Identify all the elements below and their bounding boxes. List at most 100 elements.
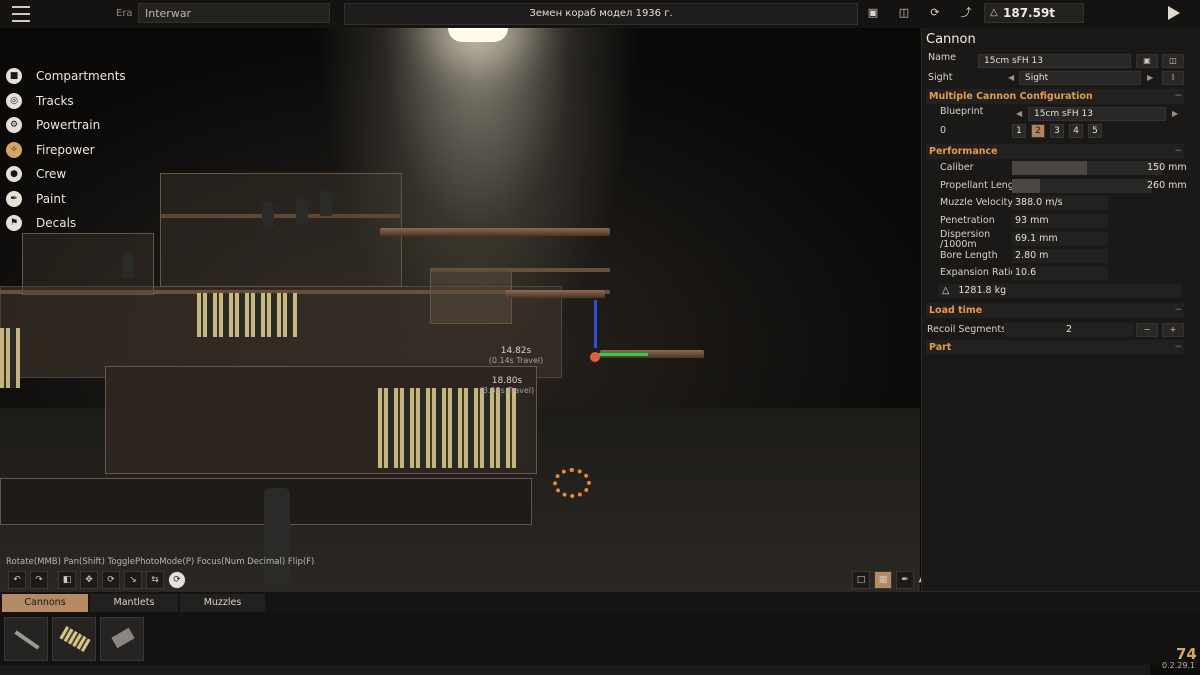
stat-label: Muzzle Velocity <box>940 197 1013 208</box>
blueprint-select[interactable]: 15cm sFH 13 <box>1028 107 1166 121</box>
section-part[interactable]: Part − <box>926 340 1184 355</box>
snap-icon[interactable]: ⟳ <box>168 571 186 589</box>
paint-icon[interactable]: ⤴ <box>959 6 973 20</box>
gear-icon[interactable] <box>553 468 591 498</box>
plus-button[interactable]: + <box>1162 323 1184 337</box>
view-toolbar: □ ▦ ✒ ▲ <box>852 571 926 589</box>
mirror-icon[interactable]: ⇆ <box>146 571 164 589</box>
refresh-icon[interactable]: ⟳ <box>928 6 942 20</box>
part-cannon-icon[interactable] <box>4 617 48 661</box>
count-button-1[interactable]: 1 <box>1012 124 1026 138</box>
collapse-icon[interactable]: − <box>1174 303 1182 317</box>
weight-display: △ 187.59t <box>984 3 1084 23</box>
folder-icon[interactable]: ◫ <box>897 6 911 20</box>
nav-item-paint[interactable]: ✒ Paint <box>6 187 126 212</box>
nav-item-firepower[interactable]: ✧ Firepower <box>6 138 126 163</box>
version-label: 0.2.29.1 <box>1162 661 1196 670</box>
name-input[interactable]: 15cm sFH 13 <box>978 54 1131 68</box>
rotate-icon[interactable]: ⟳ <box>102 571 120 589</box>
nav-item-compartments[interactable]: ■ Compartments <box>6 64 126 89</box>
menu-icon[interactable] <box>12 6 30 22</box>
nav-label: Crew <box>36 167 67 182</box>
part-block-icon[interactable] <box>100 617 144 661</box>
sight-edit-button[interactable]: I <box>1162 71 1184 85</box>
recoil-label: Recoil Segments <box>927 324 1007 335</box>
select-icon[interactable]: ◧ <box>58 571 76 589</box>
gear-icon: ⚙ <box>6 117 22 134</box>
undo-icon[interactable]: ↶ <box>8 571 26 589</box>
play-icon[interactable] <box>1168 6 1180 20</box>
count-button-5[interactable]: 5 <box>1088 124 1102 138</box>
mass-value: 1281.8 kg <box>958 285 1007 296</box>
propellant-row: Propellant Length 260 mm <box>922 178 1200 194</box>
part-ammo-icon[interactable] <box>52 617 96 661</box>
section-title: Multiple Cannon Configuration <box>929 91 1093 102</box>
nav-item-decals[interactable]: ⚑ Decals <box>6 211 126 236</box>
vehicle-name-field[interactable]: Земен кораб модел 1936 г. <box>344 3 858 25</box>
count-button-2[interactable]: 2 <box>1031 124 1045 138</box>
stat-value: 2.80 m <box>1012 249 1108 263</box>
status-bar <box>0 665 1150 675</box>
count-button-3[interactable]: 3 <box>1050 124 1064 138</box>
count-button-4[interactable]: 4 <box>1069 124 1083 138</box>
era-field[interactable]: Interwar <box>138 3 330 23</box>
crew-figure <box>262 202 274 228</box>
collapse-icon[interactable]: − <box>1174 144 1182 158</box>
redo-icon[interactable]: ↷ <box>30 571 48 589</box>
minus-button[interactable]: − <box>1136 323 1158 337</box>
name-label: Name <box>928 52 957 63</box>
3d-viewport[interactable]: 14.82s (0.14s Travel) 18.80s (3.58s Trav… <box>0 28 920 591</box>
tab-muzzles[interactable]: Muzzles <box>180 594 265 612</box>
section-title: Load time <box>929 305 983 316</box>
recoil-value[interactable]: 2 <box>1004 323 1134 337</box>
folder-icon[interactable]: ◫ <box>1162 54 1184 68</box>
move-icon[interactable]: ✥ <box>80 571 98 589</box>
section-performance[interactable]: Performance − <box>926 144 1184 159</box>
slider-fill <box>1012 161 1087 175</box>
tab-cannons[interactable]: Cannons <box>2 594 88 612</box>
section-multiple-cannon[interactable]: Multiple Cannon Configuration − <box>926 89 1184 104</box>
nav-item-tracks[interactable]: ◎ Tracks <box>6 89 126 114</box>
crew-figure <box>320 190 332 216</box>
gizmo-z-axis[interactable] <box>590 352 600 362</box>
xray-icon[interactable]: ▦ <box>874 571 892 589</box>
caliber-label: Caliber <box>940 162 974 173</box>
save-icon[interactable]: ▣ <box>866 6 880 20</box>
caliber-value: 150 mm <box>1147 162 1187 173</box>
stat-value: 10.6 <box>1012 266 1108 280</box>
propellant-slider[interactable] <box>1012 179 1152 193</box>
arrow-right-icon[interactable]: ▶ <box>1172 106 1178 122</box>
collapse-icon[interactable]: − <box>1174 89 1182 103</box>
frame-icon[interactable]: □ <box>852 571 870 589</box>
decal-icon: ⚑ <box>6 215 22 232</box>
person-icon: ● <box>6 166 22 183</box>
part-category-tabs: Cannons Mantlets Muzzles <box>0 591 1200 614</box>
gizmo-x-axis[interactable] <box>596 353 648 356</box>
scale-icon[interactable]: ↘ <box>124 571 142 589</box>
ammo-rack <box>0 328 20 388</box>
nav-label: Powertrain <box>36 118 101 133</box>
brush-icon: ✒ <box>6 190 22 207</box>
nav-label: Paint <box>36 191 66 206</box>
standing-figure <box>264 488 290 584</box>
measure-icon[interactable]: ✒ <box>896 571 914 589</box>
caliber-slider[interactable] <box>1012 161 1162 175</box>
save-icon[interactable]: ▣ <box>1136 54 1158 68</box>
main-barrel <box>380 228 610 236</box>
arrow-right-icon[interactable]: ▶ <box>1147 70 1153 86</box>
caliber-row: Caliber 150 mm <box>922 160 1200 176</box>
sight-select[interactable]: Sight <box>1019 71 1141 85</box>
nav-label: Firepower <box>36 142 95 157</box>
collapse-icon[interactable]: − <box>1174 340 1182 354</box>
slider-fill <box>1012 179 1040 193</box>
tab-mantlets[interactable]: Mantlets <box>90 594 178 612</box>
sight-row: Sight ◀ Sight ▶ I <box>922 70 1200 86</box>
arrow-left-icon[interactable]: ◀ <box>1016 106 1022 122</box>
gizmo-y-axis[interactable] <box>594 300 597 348</box>
stat-label: Bore Length <box>940 250 998 261</box>
section-load-time[interactable]: Load time − <box>926 303 1184 318</box>
arrow-left-icon[interactable]: ◀ <box>1008 70 1014 86</box>
nav-item-crew[interactable]: ● Crew <box>6 162 126 187</box>
section-title: Part <box>929 342 952 353</box>
nav-item-powertrain[interactable]: ⚙ Powertrain <box>6 113 126 138</box>
